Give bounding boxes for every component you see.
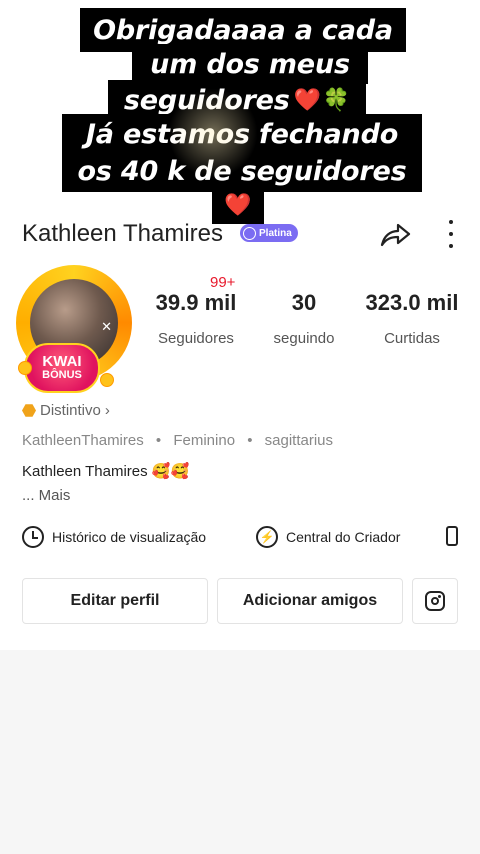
overlay-line-4: Já estamos fechando — [62, 114, 422, 154]
story-text-overlay: Obrigadaaaa a cada um dos meus seguidore… — [0, 0, 480, 230]
shop-link[interactable] — [446, 526, 458, 546]
profile-meta: KathleenThamires • Feminino • sagittariu… — [22, 432, 334, 449]
clock-icon — [22, 526, 44, 548]
more-options-button[interactable] — [444, 220, 458, 248]
overlay-line-2: um dos meus — [132, 44, 368, 84]
gender: Feminino — [173, 432, 236, 449]
bio-more-link[interactable]: ... Mais — [22, 487, 70, 504]
close-icon: ✕ — [101, 319, 112, 334]
instagram-icon — [425, 591, 445, 611]
creator-center-link[interactable]: ⚡ Central do Criador — [256, 526, 400, 548]
profile-stats: 39.9 mil Seguidores 30 seguindo 323.0 mi… — [140, 290, 480, 360]
bag-icon — [446, 526, 458, 546]
edit-profile-button[interactable]: Editar perfil — [22, 578, 208, 624]
coin-icon — [100, 373, 114, 387]
heart-emoji: ❤️ — [224, 192, 252, 218]
tier-icon — [243, 226, 256, 240]
stat-followers[interactable]: 39.9 mil Seguidores — [140, 290, 252, 347]
username: KathleenThamires — [22, 432, 144, 449]
notification-badge: 99+ — [210, 274, 236, 291]
share-arrow-icon — [380, 223, 411, 247]
stat-following[interactable]: 30 seguindo — [256, 290, 352, 347]
quick-links: Histórico de visualização ⚡ Central do C… — [22, 526, 480, 554]
more-vertical-icon — [449, 220, 453, 224]
share-button[interactable] — [378, 218, 412, 250]
instagram-button[interactable] — [412, 578, 458, 624]
lightning-icon: ⚡ — [256, 526, 278, 548]
distintivo-link[interactable]: Distintivo › — [22, 402, 110, 419]
profile-bio: Kathleen Thamires 🥰🥰 — [22, 463, 190, 480]
coin-icon — [18, 361, 32, 375]
tier-badge[interactable]: Platina — [240, 224, 298, 242]
chevron-right-icon: › — [104, 402, 110, 419]
add-friends-button[interactable]: Adicionar amigos — [217, 578, 403, 624]
stat-likes[interactable]: 323.0 mil Curtidas — [350, 290, 474, 347]
kwai-bonus-badge[interactable]: KWAI BÔNUS — [24, 343, 100, 393]
content-area — [0, 650, 480, 854]
avatar[interactable]: ✕ KWAI BÔNUS — [14, 263, 134, 393]
history-link[interactable]: Histórico de visualização — [22, 526, 206, 548]
zodiac-sign: sagittarius — [264, 432, 334, 449]
profile-name: Kathleen Thamires — [22, 220, 223, 247]
badge-hexagon-icon — [22, 404, 36, 417]
profile-header: Kathleen Thamires Platina — [22, 216, 458, 252]
heart-emoji: ❤️ — [293, 87, 321, 113]
clover-emoji: 🍀 — [322, 87, 351, 113]
